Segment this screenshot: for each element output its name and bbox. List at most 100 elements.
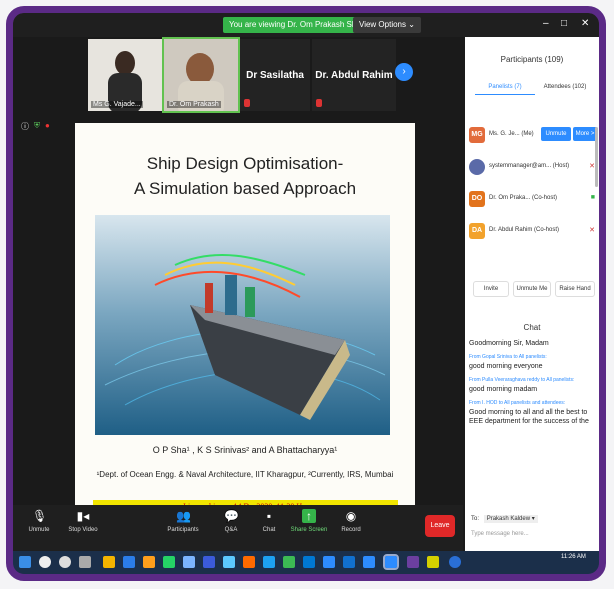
thumbnail-name: Ms G. Vajade... xyxy=(91,101,143,108)
shield-icon[interactable]: ⛨ xyxy=(34,121,40,132)
qa-icon: 💬 xyxy=(224,509,239,523)
video-thumbnail[interactable]: Ms G. Vajade... xyxy=(88,39,162,111)
top-bar: You are viewing Dr. Om Prakash Sha's scr… xyxy=(13,13,599,37)
chat-button[interactable]: ▪ Chat xyxy=(249,509,289,533)
participant-head xyxy=(115,51,135,75)
taskbar-app-icon[interactable] xyxy=(223,556,235,568)
video-icon: ▮◂ xyxy=(76,509,90,523)
taskbar-clock[interactable]: 11:26 AM xyxy=(561,554,586,560)
video-strip: Ms G. Vajade... Dr. Om Prakash Dr Sasila… xyxy=(88,37,396,113)
unmute-participant-button[interactable]: Unmute xyxy=(541,127,571,141)
ship-simulation-image xyxy=(95,215,390,435)
taskbar-app-icon[interactable] xyxy=(263,556,275,568)
mic-muted-icon xyxy=(244,99,250,107)
cortana-icon[interactable] xyxy=(59,556,71,568)
file-explorer-icon[interactable] xyxy=(103,556,115,568)
control-label: Record xyxy=(341,527,361,533)
chat-message-sender: From Pulla Veeraraghava reddy to All pan… xyxy=(469,377,575,383)
video-off-icon: ✕ xyxy=(589,227,595,234)
meeting-status-icons: ⓘ ⛨ ● xyxy=(21,121,50,132)
control-label: Stop Video xyxy=(68,527,98,533)
avatar: DA xyxy=(469,223,485,239)
meeting-controls: 🎙 Unmute ▮◂ Stop Video 👥 Participants 💬 … xyxy=(13,505,463,551)
task-view-icon[interactable] xyxy=(79,556,91,568)
slide-title: Ship Design Optimisation- A Simulation b… xyxy=(75,151,415,201)
whatsapp-icon[interactable] xyxy=(163,556,175,568)
name-tile-label: Dr. Abdul Rahim xyxy=(315,69,393,81)
participant-row[interactable]: MG Ms. G. Je... (Me) Unmute More > xyxy=(469,125,597,145)
participants-button[interactable]: 👥 Participants xyxy=(163,509,203,533)
unmute-button[interactable]: 🎙 Unmute xyxy=(19,509,59,533)
image-frame: You are viewing Dr. Om Prakash Sha's scr… xyxy=(0,0,614,589)
unmute-me-button[interactable]: Unmute Me xyxy=(513,281,551,297)
name-tile[interactable]: Dr. Abdul Rahim xyxy=(312,39,396,111)
control-label: Q&A xyxy=(224,527,238,533)
chat-message-text: Goodmorning Sir, Madam xyxy=(469,340,549,347)
chrome-icon[interactable] xyxy=(283,556,295,568)
slide-title-line-1: Ship Design Optimisation- xyxy=(146,154,344,173)
windows-start-icon[interactable] xyxy=(19,556,31,568)
stop-video-button[interactable]: ▮◂ Stop Video xyxy=(63,509,103,533)
taskbar-app-icon[interactable] xyxy=(427,556,439,568)
chat-to-label: To: xyxy=(471,516,480,522)
chat-message-sender: From I. HOD to All panelists and attende… xyxy=(469,400,566,406)
slide-authors: O P Sha¹ , K S Srinivas² and A Bhattacha… xyxy=(152,445,338,455)
side-panel: Participants (109) Panelists (7) Attende… xyxy=(465,37,599,551)
chat-message-text: Good morning to all and all the best to … xyxy=(469,409,589,425)
record-icon: ◉ xyxy=(345,509,357,523)
taskbar-app-icon[interactable] xyxy=(143,556,155,568)
taskbar-app-icon[interactable] xyxy=(449,556,461,568)
mic-off-icon: 🎙 xyxy=(32,509,48,523)
windows-taskbar: 11:26 AM xyxy=(13,551,599,574)
share-screen-icon: ↑ xyxy=(302,509,316,523)
leave-button[interactable]: Leave xyxy=(425,515,455,537)
chat-recipient[interactable]: To: Prakash Kaldew ▾ xyxy=(471,515,538,523)
tab-attendees[interactable]: Attendees (102) xyxy=(535,79,595,95)
qa-button[interactable]: 💬 Q&A xyxy=(211,509,251,533)
participant-row[interactable]: systemmanager@am... (Host) ✕ xyxy=(469,157,595,177)
participant-row[interactable]: DO Dr. Om Praka... (Co-host) ■ xyxy=(469,189,595,209)
close-button[interactable]: ✕ xyxy=(581,18,589,29)
invite-button[interactable]: Invite xyxy=(473,281,509,297)
avatar: DO xyxy=(469,191,485,207)
chat-input[interactable]: Type message here... xyxy=(471,531,529,537)
participant-row[interactable]: DA Dr. Abdul Rahim (Co-host) ✕ xyxy=(469,221,595,241)
tab-panelists[interactable]: Panelists (7) xyxy=(475,79,535,95)
taskbar-app-icon[interactable] xyxy=(183,556,195,568)
taskbar-app-icon[interactable] xyxy=(343,556,355,568)
minimize-button[interactable]: – xyxy=(543,18,549,29)
chat-title: Chat xyxy=(523,323,541,332)
mic-muted-icon xyxy=(316,99,322,107)
record-button[interactable]: ◉ Record xyxy=(331,509,371,533)
participant-name: systemmanager@am... (Host) xyxy=(489,163,570,169)
chat-message-text: good morning everyone xyxy=(469,363,543,370)
taskbar-app-icon[interactable] xyxy=(407,556,419,568)
chat-icon: ▪ xyxy=(266,509,272,523)
taskbar-app-icon[interactable] xyxy=(363,556,375,568)
participant-name: Dr. Abdul Rahim (Co-host) xyxy=(489,227,560,233)
search-icon[interactable] xyxy=(39,556,51,568)
share-screen-button[interactable]: ↑ Share Screen xyxy=(287,509,331,533)
info-icon[interactable]: ⓘ xyxy=(21,121,29,132)
zoom-window: You are viewing Dr. Om Prakash Sha's scr… xyxy=(13,13,599,574)
participants-scrollbar[interactable] xyxy=(595,127,598,187)
taskbar-app-icon[interactable] xyxy=(323,556,335,568)
edge-icon[interactable] xyxy=(303,556,315,568)
firefox-icon[interactable] xyxy=(243,556,255,568)
participant-name: Dr. Om Praka... (Co-host) xyxy=(489,195,558,201)
zoom-taskbar-icon[interactable] xyxy=(383,554,399,570)
name-tile[interactable]: Dr Sasilatha xyxy=(240,39,310,111)
control-label: Unmute xyxy=(28,527,50,533)
thumbnail-name: Dr. Om Prakash xyxy=(167,101,221,108)
view-options-button[interactable]: View Options ⌄ xyxy=(353,17,421,33)
taskbar-app-icon[interactable] xyxy=(123,556,135,568)
shared-slide: Ship Design Optimisation- A Simulation b… xyxy=(75,123,415,516)
chat-to-dropdown[interactable]: Prakash Kaldew ▾ xyxy=(483,515,538,523)
video-thumbnail[interactable]: Dr. Om Prakash xyxy=(162,37,240,113)
more-button[interactable]: More > xyxy=(573,127,597,141)
word-icon[interactable] xyxy=(203,556,215,568)
next-page-button[interactable]: › xyxy=(395,63,413,81)
avatar xyxy=(469,159,485,175)
raise-hand-button[interactable]: Raise Hand xyxy=(555,281,595,297)
maximize-button[interactable]: □ xyxy=(561,18,567,29)
